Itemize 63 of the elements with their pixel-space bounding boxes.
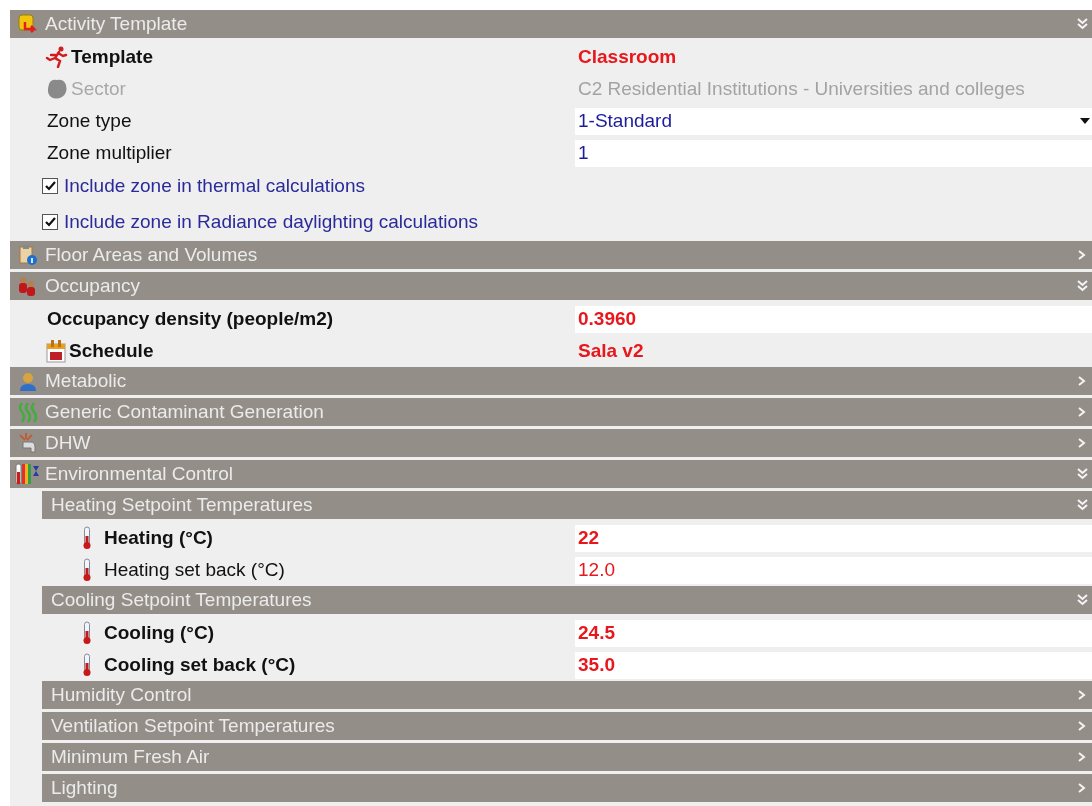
collapse-chevron-icon[interactable] <box>1076 594 1088 606</box>
property-label: Zone type <box>47 110 132 132</box>
thermometer-icon <box>14 463 41 485</box>
clipboard-icon <box>16 244 39 266</box>
checkbox[interactable] <box>42 213 58 230</box>
collapse-chevron-icon[interactable] <box>1076 18 1088 30</box>
property-value[interactable]: Classroom <box>578 46 677 68</box>
section-header[interactable]: Lighting <box>42 774 1092 802</box>
property-label: Template <box>71 46 153 68</box>
thermometer-icon <box>82 621 92 645</box>
section-header[interactable]: Metabolic <box>10 367 1092 395</box>
property-label: Schedule <box>69 340 154 362</box>
dropdown-arrow-icon[interactable] <box>1080 118 1090 124</box>
expand-chevron-icon[interactable] <box>1078 407 1086 417</box>
property-label: Zone multiplier <box>47 142 172 164</box>
collapse-chevron-icon[interactable] <box>1076 280 1088 292</box>
section-header[interactable]: Environmental Control <box>10 460 1092 488</box>
section-header[interactable]: Floor Areas and Volumes <box>10 241 1092 269</box>
thermometer-icon <box>82 558 92 582</box>
thermometer-icon <box>82 653 92 677</box>
tap-icon <box>16 432 39 454</box>
property-value: C2 Residential Institutions - Universities and colleges <box>578 78 1025 100</box>
value-field[interactable]: 35.0 <box>575 651 1092 679</box>
expand-chevron-icon[interactable] <box>1078 690 1086 700</box>
section-header[interactable]: Generic Contaminant Generation <box>10 398 1092 426</box>
calendar-icon <box>45 339 67 363</box>
checkbox-label[interactable]: Include zone in thermal calculations <box>64 174 365 197</box>
section-header[interactable]: DHW <box>10 429 1092 457</box>
collapse-chevron-icon[interactable] <box>1076 468 1088 480</box>
section-header[interactable]: Activity Template <box>10 10 1092 38</box>
waves-icon <box>16 401 39 423</box>
collapse-chevron-icon[interactable] <box>1076 499 1088 511</box>
expand-chevron-icon[interactable] <box>1078 721 1086 731</box>
property-label: Cooling (°C) <box>104 622 214 644</box>
checkbox[interactable] <box>42 177 58 194</box>
property-label: Occupancy density (people/m2) <box>47 308 334 330</box>
value-field[interactable]: 12.0 <box>575 556 1092 584</box>
property-label: Cooling set back (°C) <box>104 654 296 676</box>
checkbox-label[interactable]: Include zone in Radiance daylighting calculations <box>64 210 479 233</box>
value-field[interactable]: 0.3960 <box>575 305 1092 333</box>
property-label: Heating (°C) <box>104 527 213 549</box>
expand-chevron-icon[interactable] <box>1078 752 1086 762</box>
runner-icon <box>45 46 69 68</box>
section-header[interactable]: Minimum Fresh Air <box>42 743 1092 771</box>
expand-chevron-icon[interactable] <box>1078 250 1086 260</box>
section-header[interactable]: Humidity Control <box>42 681 1092 709</box>
expand-chevron-icon[interactable] <box>1078 438 1086 448</box>
thermometer-icon <box>82 526 92 550</box>
expand-chevron-icon[interactable] <box>1078 783 1086 793</box>
expand-chevron-icon[interactable] <box>1078 376 1086 386</box>
section-header[interactable]: Cooling Setpoint Temperatures <box>42 586 1092 614</box>
dropdown[interactable]: 1-Standard <box>575 107 1092 135</box>
property-value[interactable]: Sala v2 <box>578 340 644 362</box>
section-header[interactable]: Ventilation Setpoint Temperatures <box>42 712 1092 740</box>
section-header[interactable]: Occupancy <box>10 272 1092 300</box>
value-field[interactable]: 1 <box>575 139 1092 167</box>
template-icon <box>16 13 39 35</box>
blob-icon <box>45 78 69 100</box>
property-label: Sector <box>71 78 126 100</box>
section-header[interactable]: Heating Setpoint Temperatures <box>42 491 1092 519</box>
value-field[interactable]: 22 <box>575 524 1092 552</box>
property-label: Heating set back (°C) <box>104 559 285 581</box>
value-field[interactable]: 24.5 <box>575 619 1092 647</box>
